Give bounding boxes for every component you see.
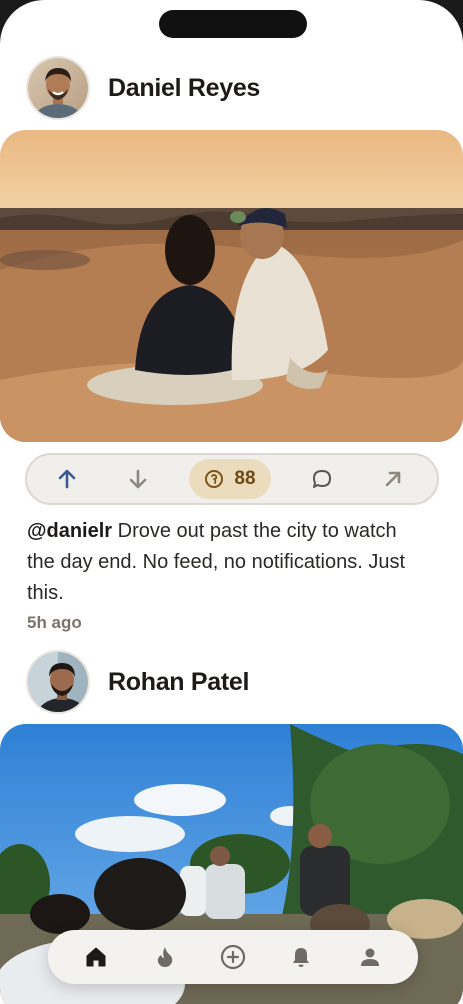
arrow-down-icon xyxy=(129,469,147,489)
comment-icon xyxy=(312,470,331,488)
avatar-portrait xyxy=(28,652,88,712)
upvote-button[interactable] xyxy=(47,459,87,499)
share-button[interactable] xyxy=(373,459,413,499)
tab-home[interactable] xyxy=(74,935,118,979)
downvote-button[interactable] xyxy=(118,459,158,499)
tab-notifications[interactable] xyxy=(279,935,323,979)
desert-dunes-image xyxy=(0,130,463,442)
score-badge-icon xyxy=(205,470,224,488)
comment-button[interactable] xyxy=(302,459,342,499)
bottom-tab-bar xyxy=(48,930,418,984)
home-icon xyxy=(86,947,106,967)
score-value: 88 xyxy=(234,468,256,489)
avatar-portrait xyxy=(28,58,88,118)
bell-icon xyxy=(293,948,310,967)
post-action-bar: 88 xyxy=(25,453,439,505)
phone-screen: Daniel Reyes 88 @danielr Drove out past … xyxy=(0,0,463,1004)
post-header[interactable]: Daniel Reyes xyxy=(26,56,260,120)
arrow-up-icon xyxy=(58,469,76,489)
tab-trending[interactable] xyxy=(143,935,187,979)
post-caption: @danielr Drove out past the city to watc… xyxy=(27,516,427,609)
post-header[interactable]: Rohan Patel xyxy=(26,650,249,714)
avatar[interactable] xyxy=(26,56,90,120)
avatar[interactable] xyxy=(26,650,90,714)
author-name[interactable]: Rohan Patel xyxy=(108,668,249,697)
camera-notch xyxy=(159,10,307,38)
author-name[interactable]: Daniel Reyes xyxy=(108,74,260,103)
post-photo[interactable] xyxy=(0,130,463,442)
person-icon xyxy=(360,948,379,966)
author-handle[interactable]: @danielr xyxy=(27,520,112,542)
tab-profile[interactable] xyxy=(348,935,392,979)
tab-create[interactable] xyxy=(211,935,255,979)
score-badge[interactable]: 88 xyxy=(189,459,271,499)
plus-circle-icon xyxy=(220,944,246,970)
post-timestamp: 5h ago xyxy=(27,613,82,632)
share-arrow-icon xyxy=(385,471,401,487)
flame-icon xyxy=(157,947,172,967)
